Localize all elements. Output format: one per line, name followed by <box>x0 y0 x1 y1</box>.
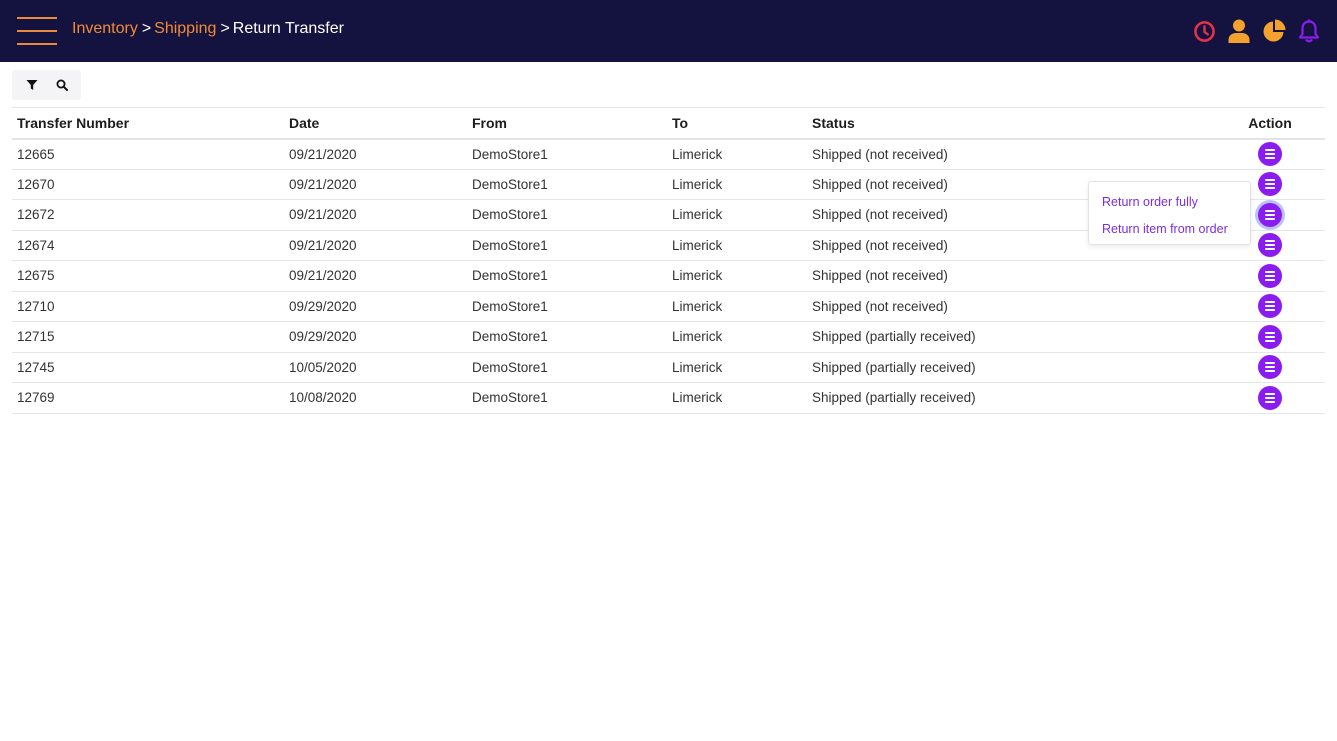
breadcrumb: Inventory > Shipping > Return Transfer <box>72 20 344 38</box>
cell-to: Limerick <box>667 382 807 414</box>
table-row: 12715 09/29/2020 DemoStore1 Limerick Shipped… <box>12 321 1325 353</box>
filter-icon[interactable] <box>24 77 40 93</box>
cell-transfer-number: 12665 <box>12 138 284 170</box>
cell-status: Shipped (not received) <box>807 260 1215 292</box>
cell-to: Limerick <box>667 321 807 353</box>
cell-from: DemoStore1 <box>467 230 667 261</box>
cell-to: Limerick <box>667 169 807 200</box>
table-toolbar <box>12 70 81 100</box>
cell-from: DemoStore1 <box>467 138 667 170</box>
cell-date: 10/08/2020 <box>284 382 467 414</box>
table-header-row: Transfer Number Date From To Status Acti… <box>12 107 1325 140</box>
cell-action <box>1215 260 1325 292</box>
header-icons <box>1192 18 1321 44</box>
action-menu-icon[interactable] <box>1258 324 1282 349</box>
action-menu-icon[interactable] <box>1258 355 1282 380</box>
cell-action <box>1215 138 1325 170</box>
hamburger-menu-icon[interactable] <box>17 17 57 45</box>
action-menu-icon[interactable] <box>1258 172 1282 197</box>
cell-status: Shipped (not received) <box>807 291 1215 322</box>
cell-status: Shipped (partially received) <box>807 352 1215 383</box>
cell-action <box>1215 321 1325 353</box>
table-row: 12710 09/29/2020 DemoStore1 Limerick Shipped… <box>12 291 1325 322</box>
cell-transfer-number: 12670 <box>12 169 284 200</box>
bell-icon[interactable] <box>1297 19 1321 43</box>
cell-action <box>1215 352 1325 383</box>
cell-action <box>1215 291 1325 322</box>
user-icon[interactable] <box>1227 19 1251 43</box>
cell-from: DemoStore1 <box>467 199 667 231</box>
column-header-date[interactable]: Date <box>284 107 467 140</box>
cell-from: DemoStore1 <box>467 352 667 383</box>
cell-date: 09/21/2020 <box>284 169 467 200</box>
cell-transfer-number: 12745 <box>12 352 284 383</box>
cell-to: Limerick <box>667 230 807 261</box>
action-menu-icon[interactable] <box>1258 263 1282 288</box>
table-row: 12769 10/08/2020 DemoStore1 Limerick Shipped… <box>12 382 1325 414</box>
cell-date: 09/29/2020 <box>284 321 467 353</box>
action-menu-icon[interactable] <box>1258 142 1282 166</box>
cell-date: 09/21/2020 <box>284 199 467 231</box>
cell-transfer-number: 12715 <box>12 321 284 353</box>
column-header-action: Action <box>1215 107 1325 140</box>
pie-chart-icon[interactable] <box>1262 19 1286 43</box>
cell-from: DemoStore1 <box>467 291 667 322</box>
breadcrumb-separator: > <box>141 20 152 37</box>
column-header-to[interactable]: To <box>667 107 807 140</box>
cell-to: Limerick <box>667 199 807 231</box>
cell-action <box>1215 382 1325 414</box>
cell-date: 09/21/2020 <box>284 260 467 292</box>
cell-from: DemoStore1 <box>467 169 667 200</box>
top-bar: Inventory > Shipping > Return Transfer <box>0 0 1337 62</box>
cell-to: Limerick <box>667 260 807 292</box>
cell-to: Limerick <box>667 291 807 322</box>
cell-from: DemoStore1 <box>467 382 667 414</box>
action-menu-icon[interactable] <box>1258 385 1282 410</box>
cell-from: DemoStore1 <box>467 260 667 292</box>
cell-date: 10/05/2020 <box>284 352 467 383</box>
cell-transfer-number: 12672 <box>12 199 284 231</box>
clock-icon[interactable] <box>1192 19 1216 43</box>
breadcrumb-inventory[interactable]: Inventory <box>72 20 138 37</box>
transfers-table: Transfer Number Date From To Status Acti… <box>12 107 1325 414</box>
cell-status: Shipped (partially received) <box>807 382 1215 414</box>
cell-status: Shipped (partially received) <box>807 321 1215 353</box>
breadcrumb-shipping[interactable]: Shipping <box>154 20 216 37</box>
cell-from: DemoStore1 <box>467 321 667 353</box>
cell-date: 09/29/2020 <box>284 291 467 322</box>
column-header-status[interactable]: Status <box>807 107 1215 140</box>
action-dropdown-menu: Return order fully Return item from orde… <box>1088 181 1251 245</box>
menu-item-return-item-from-order[interactable]: Return item from order <box>1102 222 1228 236</box>
column-header-transfer-number[interactable]: Transfer Number <box>12 107 284 140</box>
cell-to: Limerick <box>667 138 807 170</box>
table-row: 12675 09/21/2020 DemoStore1 Limerick Shipped… <box>12 260 1325 292</box>
cell-to: Limerick <box>667 352 807 383</box>
cell-date: 09/21/2020 <box>284 138 467 170</box>
table-row: 12665 09/21/2020 DemoStore1 Limerick Shipped… <box>12 138 1325 170</box>
table-row: 12745 10/05/2020 DemoStore1 Limerick Shipped… <box>12 352 1325 383</box>
cell-transfer-number: 12675 <box>12 260 284 292</box>
cell-transfer-number: 12674 <box>12 230 284 261</box>
action-menu-icon[interactable] <box>1258 233 1282 258</box>
cell-transfer-number: 12710 <box>12 291 284 322</box>
column-header-from[interactable]: From <box>467 107 667 140</box>
action-menu-icon[interactable] <box>1258 202 1282 227</box>
breadcrumb-separator: > <box>220 20 230 37</box>
action-menu-icon[interactable] <box>1258 294 1282 319</box>
table-body: 12665 09/21/2020 DemoStore1 Limerick Shipped… <box>12 138 1325 414</box>
search-icon[interactable] <box>54 77 70 93</box>
cell-status: Shipped (not received) <box>807 138 1215 170</box>
cell-date: 09/21/2020 <box>284 230 467 261</box>
breadcrumb-current: Return Transfer <box>232 20 344 37</box>
cell-transfer-number: 12769 <box>12 382 284 414</box>
menu-item-return-order-fully[interactable]: Return order fully <box>1102 195 1198 209</box>
